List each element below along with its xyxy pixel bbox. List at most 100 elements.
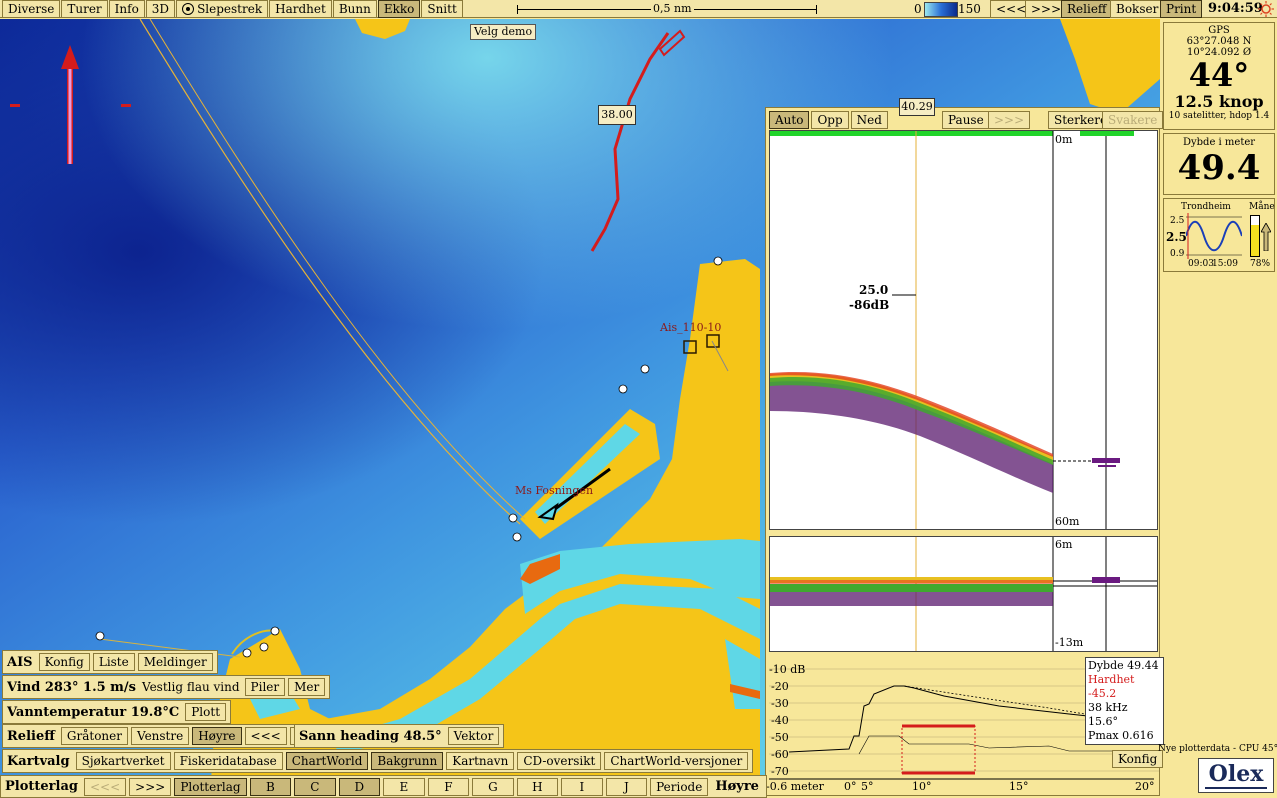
plotterlag-next-button[interactable]: >>> — [129, 777, 172, 796]
echo-auto-button[interactable]: Auto — [769, 111, 810, 129]
echo-next-button[interactable]: >>> — [988, 111, 1031, 129]
olex-logo-text: Olex — [1208, 761, 1264, 787]
layer-f-button[interactable]: F — [427, 777, 470, 796]
zoom-bottom-depth: -13m — [1055, 636, 1084, 649]
relieff-bar: Relieff Gråtoner Venstre Høyre <<< >>> — [2, 724, 337, 748]
menu-snitt[interactable]: Snitt — [421, 0, 463, 18]
kart-chartworld-versjoner-button[interactable]: ChartWorld-versjoner — [604, 752, 749, 770]
relieff-prev-button[interactable]: <<< — [244, 727, 287, 745]
ais-liste-button[interactable]: Liste — [92, 653, 135, 671]
kart-kartnavn-button[interactable]: Kartnavn — [446, 752, 515, 770]
ais-bar: AIS Konfig Liste Meldinger — [2, 650, 218, 674]
graph-x-tick-4: 15° — [1009, 780, 1029, 793]
echo-toolbar: Auto Opp Ned — [769, 111, 888, 129]
graph-x-tick-1: 0° — [844, 780, 857, 793]
status-text: Nye plotterdata - CPU 45°C — [1158, 744, 1277, 754]
layer-d-button[interactable]: D — [338, 777, 381, 796]
relieff-hoyre-button[interactable]: Høyre — [192, 727, 242, 745]
plotterlag-prev-button[interactable]: <<< — [83, 777, 127, 796]
tide-moon-label: Måne — [1249, 202, 1275, 212]
olex-logo: Olex — [1198, 758, 1274, 793]
hardness-graph[interactable]: -10 dB -20 -30 -40 -50 -60 -70 -0.6 mete… — [766, 656, 1164, 793]
wind-piler-button[interactable]: Piler — [244, 678, 286, 696]
ais-meldinger-button[interactable]: Meldinger — [137, 653, 213, 671]
relieff-gratoner-button[interactable]: Gråtoner — [60, 727, 128, 745]
ais-label: Ais_110-10 — [660, 321, 722, 334]
plotterlag-button[interactable]: Plotterlag — [174, 777, 247, 796]
echogram-zoom[interactable]: 6m -13m — [769, 536, 1158, 652]
menu-3d[interactable]: 3D — [145, 0, 176, 18]
graph-y-tick-1: -20 — [771, 680, 789, 693]
kart-chartworld-button[interactable]: ChartWorld — [285, 752, 369, 770]
layer-b-button[interactable]: B — [249, 777, 292, 796]
layer-c-button[interactable]: C — [294, 777, 336, 796]
print-button[interactable]: Print — [1160, 0, 1203, 18]
clock: 9:04:59 — [1208, 1, 1263, 16]
vessel-label: Ms Fosningen — [515, 484, 594, 497]
menu-slepestrek[interactable]: Slepestrek — [176, 0, 269, 18]
layer-e-button[interactable]: E — [383, 777, 425, 796]
graph-x-tick-2: 5° — [861, 780, 874, 793]
color-scale-max: 150 — [958, 2, 981, 16]
echogram-canvas — [770, 131, 1157, 529]
kart-cd-oversikt-button[interactable]: CD-oversikt — [517, 752, 602, 770]
kartvalg-bar: Kartvalg Sjøkartverket Fiskeridatabase C… — [2, 749, 754, 773]
velg-demo-button[interactable]: Velg demo — [470, 24, 537, 40]
depth-title: Dybde i meter — [1182, 137, 1256, 148]
echo-bottom-depth: 60m — [1055, 515, 1080, 528]
depth-panel: Dybde i meter 49.4 — [1163, 133, 1275, 195]
menu-hardhet[interactable]: Hardhet — [269, 0, 332, 18]
menu-info[interactable]: Info — [108, 0, 145, 18]
wind-mer-button[interactable]: Mer — [288, 678, 326, 696]
graph-y-tick-0: -10 dB — [769, 663, 806, 676]
depth-value: 49.4 — [1177, 148, 1261, 188]
kart-bakgrunn-button[interactable]: Bakgrunn — [371, 752, 444, 770]
kart-sjokartverket-button[interactable]: Sjøkartverket — [75, 752, 171, 770]
menu-turer[interactable]: Turer — [61, 0, 108, 18]
ais-konfig-button[interactable]: Konfig — [38, 653, 90, 671]
color-scale-min: 0 — [914, 2, 922, 16]
relieff-toggle[interactable]: Relieff — [1061, 0, 1113, 18]
relieff-venstre-button[interactable]: Venstre — [131, 727, 190, 745]
heading-vektor-button[interactable]: Vektor — [447, 727, 500, 745]
menu-bunn[interactable]: Bunn — [332, 0, 377, 18]
echo-opp-button[interactable]: Opp — [811, 111, 849, 129]
echo-cursor-depth: 25.0 — [859, 283, 889, 297]
periode-button[interactable]: Periode — [650, 777, 709, 796]
color-scale — [924, 2, 958, 17]
tide-min: 0.9 — [1170, 249, 1185, 259]
menu-diverse[interactable]: Diverse — [2, 0, 61, 18]
temperature-bar: Vanntemperatur 19.8°C Plott — [2, 700, 232, 724]
layer-j-button[interactable]: J — [605, 777, 648, 796]
graph-x-tick-3: 10° — [912, 780, 932, 793]
graph-y-tick-5: -60 — [771, 748, 789, 761]
menu-ekko[interactable]: Ekko — [377, 0, 421, 18]
tide-time-1: 09:03 — [1188, 259, 1214, 269]
slepestrek-label: Slepestrek — [197, 1, 263, 16]
echo-cursor-tag: 40.29 — [899, 98, 935, 116]
scale-bar: 0,5 nm — [517, 2, 817, 16]
echo-svakere-button[interactable]: Svakere — [1102, 111, 1164, 129]
echogram-main[interactable]: 0m 60m 25.0 -86dB — [769, 130, 1158, 530]
layer-g-button[interactable]: G — [472, 777, 514, 796]
temperature-plott-button[interactable]: Plott — [185, 703, 227, 721]
sun-icon — [1258, 1, 1274, 17]
echo-top-depth: 0m — [1055, 133, 1073, 146]
graph-y-tick-6: -70 — [771, 765, 789, 778]
layer-h-button[interactable]: H — [516, 777, 559, 796]
tide-panel[interactable]: Trondheim Måne 2.5 2.5 0.9 09:03 15:09 7… — [1163, 198, 1275, 272]
bokser-button[interactable]: Bokser — [1110, 0, 1165, 18]
echo-pause-button[interactable]: Pause — [942, 111, 990, 129]
plotterlag-bar: Plotterlag <<< >>> Plotterlag B C D E F … — [0, 775, 767, 798]
scale-label: 0,5 nm — [651, 2, 694, 15]
graph-konfig-button[interactable]: Konfig — [1112, 750, 1164, 768]
graph-x-tick-5: 20° — [1135, 780, 1155, 793]
wind-description: Vestlig flau vind — [142, 680, 240, 694]
echo-ned-button[interactable]: Ned — [850, 111, 888, 129]
heading-bar: Sann heading 48.5° Vektor — [294, 724, 505, 748]
echo-cursor-db: -86dB — [849, 298, 890, 312]
plotterlag-right-label: Høyre — [715, 779, 759, 794]
sounding-info-box: Dybde 49.44 Hardhet -45.2 38 kHz 15.6° P… — [1085, 657, 1164, 745]
layer-i-button[interactable]: I — [561, 777, 603, 796]
kart-fiskeridatabase-button[interactable]: Fiskeridatabase — [173, 752, 283, 770]
